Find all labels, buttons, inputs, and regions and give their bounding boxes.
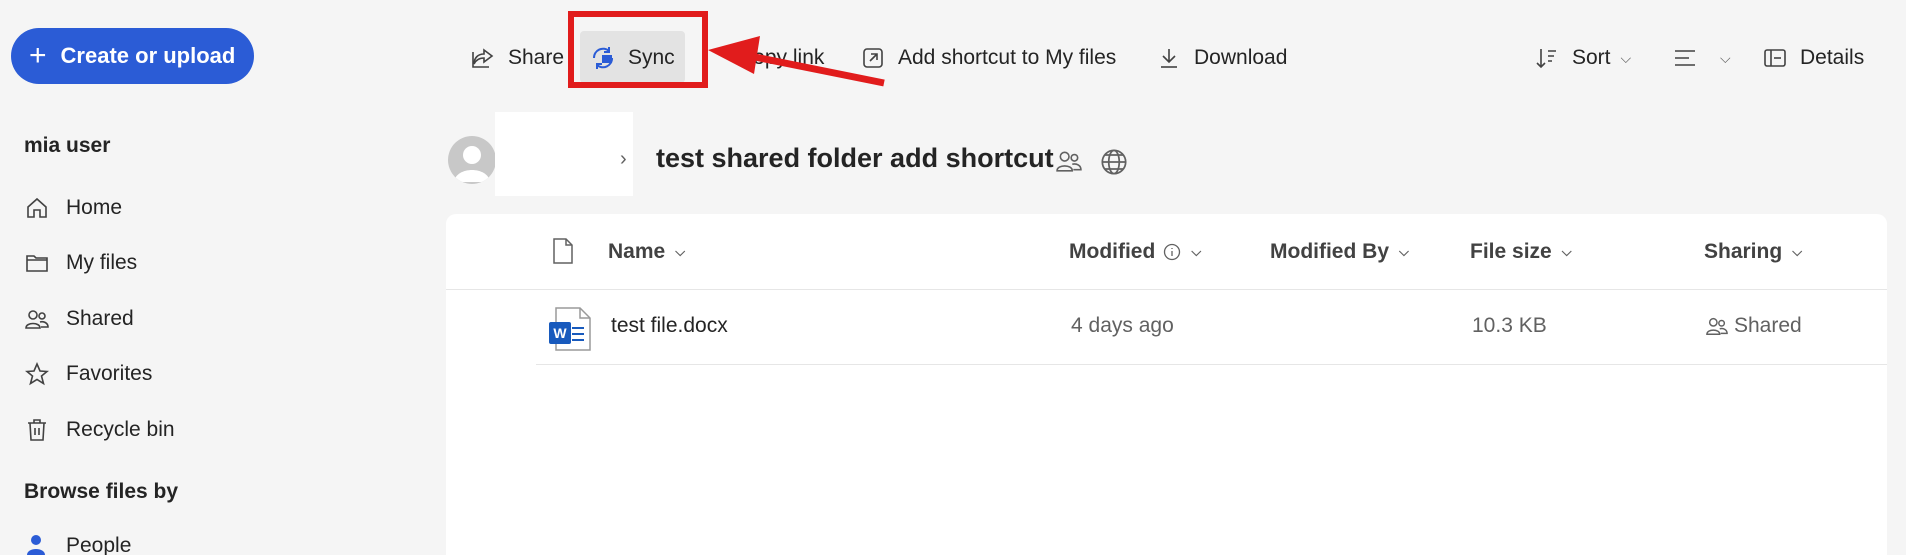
svg-text:W: W <box>553 325 567 341</box>
details-button[interactable]: Details <box>1762 41 1864 75</box>
sidebar-item-label: My files <box>66 251 138 275</box>
share-label: Share <box>508 46 565 69</box>
folder-icon <box>24 250 50 276</box>
people-label: People <box>66 534 132 555</box>
trash-icon <box>24 417 50 443</box>
column-file-size-label: File size <box>1470 240 1552 263</box>
sidebar-item-label: Shared <box>66 306 134 330</box>
sort-button[interactable]: Sort ⌵ <box>1534 41 1631 75</box>
star-icon <box>24 361 50 387</box>
list-view-icon <box>1672 45 1698 71</box>
add-shortcut-button[interactable]: Add shortcut to My files <box>860 41 1116 75</box>
browse-files-by-heading: Browse files by <box>24 480 179 503</box>
sharing-label: Shared <box>1734 314 1802 337</box>
chevron-down-icon: ⌵ <box>675 244 686 259</box>
file-type-icon <box>552 238 574 269</box>
sidebar-item-label: Recycle bin <box>66 417 175 441</box>
chevron-down-icon: ⌵ <box>1792 244 1803 259</box>
chevron-down-icon: ⌵ <box>1620 49 1632 66</box>
sidebar-item-favorites[interactable]: Favorites <box>24 347 424 403</box>
people-icon <box>24 306 50 332</box>
details-label: Details <box>1800 46 1865 69</box>
create-label: Create or upload <box>60 43 236 68</box>
chevron-down-icon: ⌵ <box>1399 244 1409 259</box>
column-header-sharing[interactable]: Sharing ⌵ <box>1704 240 1802 264</box>
column-name-label: Name <box>608 240 666 263</box>
annotation-arrow-icon <box>708 36 885 87</box>
column-header-name[interactable]: Name ⌵ <box>608 240 685 264</box>
person-icon <box>24 533 50 555</box>
share-icon <box>470 45 496 71</box>
download-label: Download <box>1194 46 1288 69</box>
column-header-modified[interactable]: Modified ⌵ <box>1069 240 1201 264</box>
sidebar-item-label: Favorites <box>66 362 153 386</box>
sidebar-item-label: Home <box>66 195 123 219</box>
chevron-down-icon: ⌵ <box>1561 244 1572 259</box>
sort-icon <box>1534 45 1560 71</box>
column-sharing-label: Sharing <box>1704 240 1783 263</box>
chevron-right-icon: › <box>620 148 627 170</box>
sidebar-nav: Home My files Shared Favorites Recycle b… <box>24 180 424 458</box>
redacted-area <box>495 112 633 196</box>
word-document-icon: W <box>548 306 592 357</box>
list-header: Name ⌵ Modified ⌵ Modified By ⌵ File siz… <box>446 214 1887 290</box>
sync-highlight-box <box>568 11 708 88</box>
download-button[interactable]: Download <box>1156 41 1287 75</box>
sidebar-item-people[interactable]: People <box>24 533 131 555</box>
info-icon <box>1163 243 1181 261</box>
plus-icon: + <box>29 39 47 72</box>
column-modified-label: Modified <box>1069 240 1156 263</box>
user-name: mia user <box>24 134 111 157</box>
page-title: test shared folder add shortcut <box>656 143 1054 173</box>
file-list: Name ⌵ Modified ⌵ Modified By ⌵ File siz… <box>446 214 1887 555</box>
title-icons <box>1056 148 1128 181</box>
sidebar-item-home[interactable]: Home <box>24 180 424 236</box>
create-or-upload-button[interactable]: + Create or upload <box>11 28 254 84</box>
sort-label: Sort <box>1572 46 1611 69</box>
file-name[interactable]: test file.docx <box>611 314 728 338</box>
shared-people-icon[interactable] <box>1056 148 1082 181</box>
sidebar-item-shared[interactable]: Shared <box>24 291 424 347</box>
table-row[interactable]: W test file.docx 4 days ago 10.3 KB Shar… <box>536 290 1887 365</box>
sidebar-item-recycle-bin[interactable]: Recycle bin <box>24 402 424 458</box>
home-icon <box>24 195 50 221</box>
people-icon <box>1706 315 1728 337</box>
file-size: 10.3 KB <box>1472 314 1547 337</box>
column-header-file-size[interactable]: File size ⌵ <box>1470 240 1572 264</box>
details-pane-icon <box>1762 45 1788 71</box>
column-modified-by-label: Modified By <box>1270 240 1389 263</box>
column-header-modified-by[interactable]: Modified By ⌵ <box>1270 240 1409 264</box>
avatar <box>448 136 496 184</box>
download-icon <box>1156 45 1182 71</box>
globe-icon[interactable] <box>1100 148 1128 181</box>
share-button[interactable]: Share <box>470 41 564 75</box>
file-sharing: Shared <box>1706 314 1802 338</box>
sidebar-item-my-files[interactable]: My files <box>24 236 424 292</box>
file-modified: 4 days ago <box>1071 314 1174 337</box>
view-options-button[interactable]: ⌵ <box>1672 41 1731 75</box>
chevron-down-icon: ⌵ <box>1720 49 1731 66</box>
add-shortcut-label: Add shortcut to My files <box>898 46 1117 69</box>
chevron-down-icon: ⌵ <box>1191 244 1202 259</box>
